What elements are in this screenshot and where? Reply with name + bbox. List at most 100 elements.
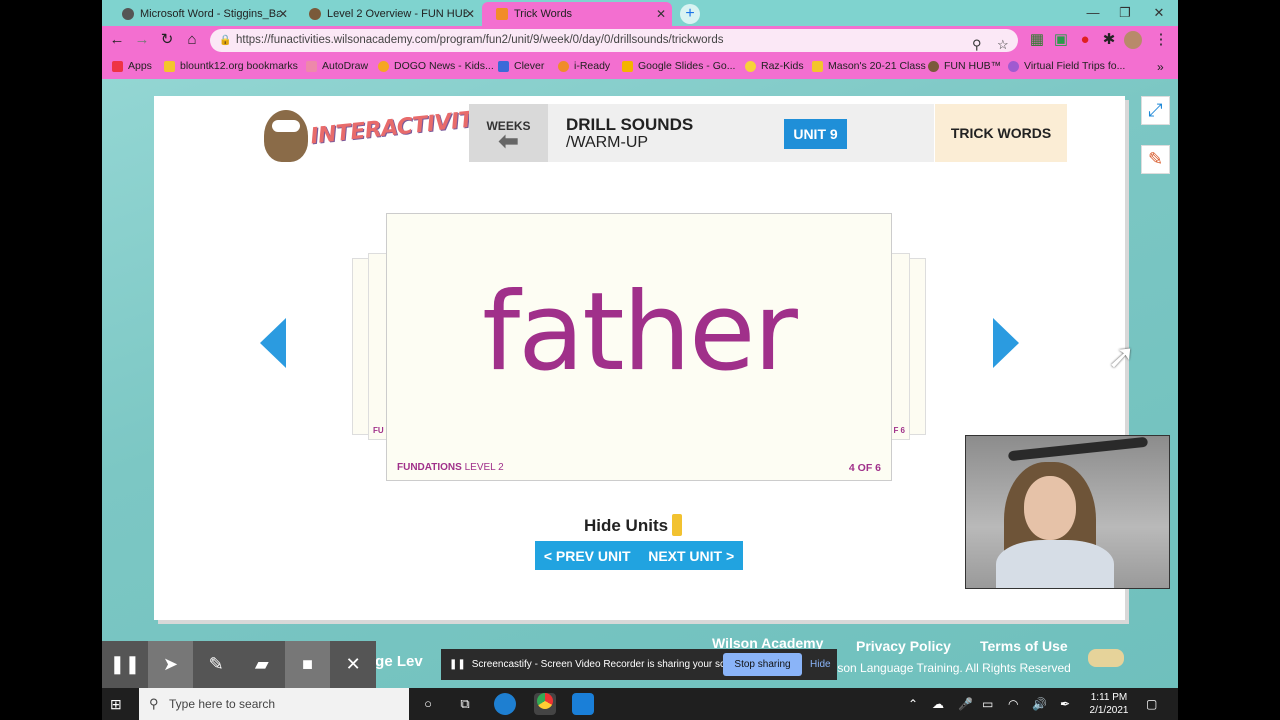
close-tab-icon[interactable]: ✕ [278,7,288,21]
drill-subtitle: /WARM-UP [566,134,649,151]
bookmark-apps[interactable]: Apps [112,60,152,72]
bookmark-star-icon[interactable]: ☆ [997,33,1009,56]
person-body [996,540,1114,588]
trick-word: father [482,270,798,395]
back-icon[interactable]: ← [108,31,126,49]
forward-icon[interactable]: → [133,31,151,49]
close-window-button[interactable]: ✕ [1136,0,1178,26]
privacy-policy-link[interactable]: Privacy Policy [856,638,951,654]
pause-icon[interactable]: ❚❚ [102,641,148,688]
extension-save-icon[interactable]: ▣ [1052,31,1070,49]
bookmark-virtual-field-trips[interactable]: Virtual Field Trips fo... [1008,60,1125,72]
tray-expand-icon[interactable]: ⌃ [908,697,918,711]
eraser-icon[interactable]: ▰ [239,641,285,688]
funactivities-icon [496,8,508,20]
apps-grid-icon [112,60,123,72]
taskbar-clock[interactable]: 1:11 PM 2/1/2021 [1080,691,1138,717]
hide-sharing-button[interactable]: Hide [810,649,831,680]
drill-title: DRILL SOUNDS [566,115,694,134]
chrome-icon[interactable] [534,693,556,715]
taskbar-search[interactable]: ⚲ Type here to search [139,688,409,720]
zoom-icon[interactable]: ⚲ [972,33,982,56]
close-tab-icon[interactable]: ✕ [465,7,475,21]
tab-word[interactable]: Microsoft Word - Stiggins_Balan... ✕ [108,2,294,26]
bookmark-raz-kids[interactable]: Raz-Kids [745,60,804,72]
camera-icon[interactable]: ■ [284,641,331,688]
hide-units-button[interactable]: Hide Units [584,514,683,536]
extension-grid-icon[interactable]: ▦ [1028,31,1046,49]
next-card-arrow-icon[interactable] [993,318,1019,368]
profile-avatar[interactable] [1124,31,1142,49]
notifications-icon[interactable]: ▢ [1146,697,1157,711]
next-unit-button[interactable]: NEXT UNIT > [648,548,734,564]
clever-icon [498,60,509,72]
screencastify-toolbar: ❚❚ ➤ ✎ ▰ ■ ✕ [102,641,376,688]
folder-icon [164,60,175,72]
field-trip-icon [1008,60,1019,72]
card-count: 4 OF 6 [848,462,881,474]
iready-icon [558,60,569,72]
autodraw-icon [306,60,317,72]
battery-icon[interactable]: ▭ [982,697,993,711]
menu-icon[interactable]: ⋮ [1152,31,1170,49]
pause-share-icon: ❚❚ [449,659,466,670]
bookmark-clever[interactable]: Clever [498,60,544,72]
windows-taskbar: ⊞ ⚲ Type here to search ○ ⧉ ⌃ ☁ 🎤 ▭ ◠ 🔊 … [102,688,1178,720]
bookmark-google-slides[interactable]: Google Slides - Go... [622,60,735,72]
prev-unit-button[interactable]: < PREV UNIT [544,548,631,564]
bookmark-blountk12[interactable]: blountk12.org bookmarks [164,60,298,72]
webcam-overlay [965,435,1170,589]
bookmark-dogo-news[interactable]: DOGO News - Kids... [378,60,494,72]
terms-of-use-link[interactable]: Terms of Use [980,638,1068,654]
fullscreen-icon[interactable]: ⤢ [1141,96,1170,125]
onedrive-icon[interactable]: ☁ [932,697,944,711]
tab-title: Microsoft Word - Stiggins_Balan... [140,8,280,20]
bookmarks-overflow-button[interactable]: » [1157,60,1164,74]
ceiling-fan [1007,436,1149,462]
bookmark-autodraw[interactable]: AutoDraw [306,60,368,72]
owl-icon [309,8,321,20]
edge-icon[interactable] [494,693,516,715]
lock-icon: 🔒 [219,35,232,46]
pen-icon[interactable]: ✎ [193,641,239,688]
tab-fun-hub[interactable]: Level 2 Overview - FUN HUB™ ✕ [295,2,481,26]
close-tab-icon[interactable]: ✕ [656,7,666,21]
web-icon [122,8,134,20]
tab-trick-words[interactable]: Trick Words ✕ [482,2,672,26]
wifi-icon[interactable]: ◠ [1008,697,1018,711]
bookmark-masons-class[interactable]: Mason's 20-21 Class [812,60,926,72]
screen-sharing-bar: ❚❚ Screencastify - Screen Video Recorder… [441,649,837,680]
address-bar[interactable]: 🔒 https://funactivities.wilsonacademy.co… [210,29,1018,52]
bookmark-iready[interactable]: i-Ready [558,60,610,72]
pen-workspace-icon[interactable]: ✒ [1060,697,1070,711]
close-icon[interactable]: ✕ [330,641,376,688]
tab-title: Level 2 Overview - FUN HUB™ [327,8,467,20]
new-tab-button[interactable]: + [680,4,700,24]
card-brand: FUNDATIONS LEVEL 2 [397,462,504,473]
task-view-icon[interactable]: ⧉ [454,693,476,715]
page-content: INTERACTIVITIES WEEKS ⬅ DRILL SOUNDS /WA… [102,79,1178,688]
cortana-icon[interactable]: ○ [417,693,439,715]
paintbrush-icon[interactable]: ✎ [1141,145,1170,174]
reload-icon[interactable]: ↻ [158,31,176,49]
home-icon[interactable]: ⌂ [183,31,201,49]
stop-sharing-button[interactable]: Stop sharing [723,653,802,676]
bookmark-fun-hub[interactable]: FUN HUB™ [928,60,1001,72]
microphone-icon[interactable]: 🎤 [958,697,973,711]
prev-card-arrow-icon[interactable] [260,318,286,368]
unit-badge[interactable]: UNIT 9 [784,119,847,149]
extensions-puzzle-icon[interactable]: ✱ [1100,31,1118,49]
screencastify-icon[interactable]: ● [1076,31,1094,49]
dogo-icon [378,60,389,72]
folder-icon [812,60,823,72]
windows-start-icon[interactable]: ⊞ [110,696,126,712]
flash-card: father FUNDATIONS LEVEL 2 4 OF 6 [386,213,892,481]
unit-navigation: < PREV UNIT NEXT UNIT > [535,541,743,570]
volume-icon[interactable]: 🔊 [1032,697,1047,711]
google-drive-icon [622,60,633,72]
fundations-logo-icon [1088,649,1124,667]
pointer-icon[interactable]: ➤ [147,641,194,688]
weeks-back-button[interactable]: WEEKS ⬅ [469,104,548,162]
drill-sounds-header: DRILL SOUNDS /WARM-UP UNIT 9 [548,104,934,162]
whiteboard-app-icon[interactable] [572,693,594,715]
